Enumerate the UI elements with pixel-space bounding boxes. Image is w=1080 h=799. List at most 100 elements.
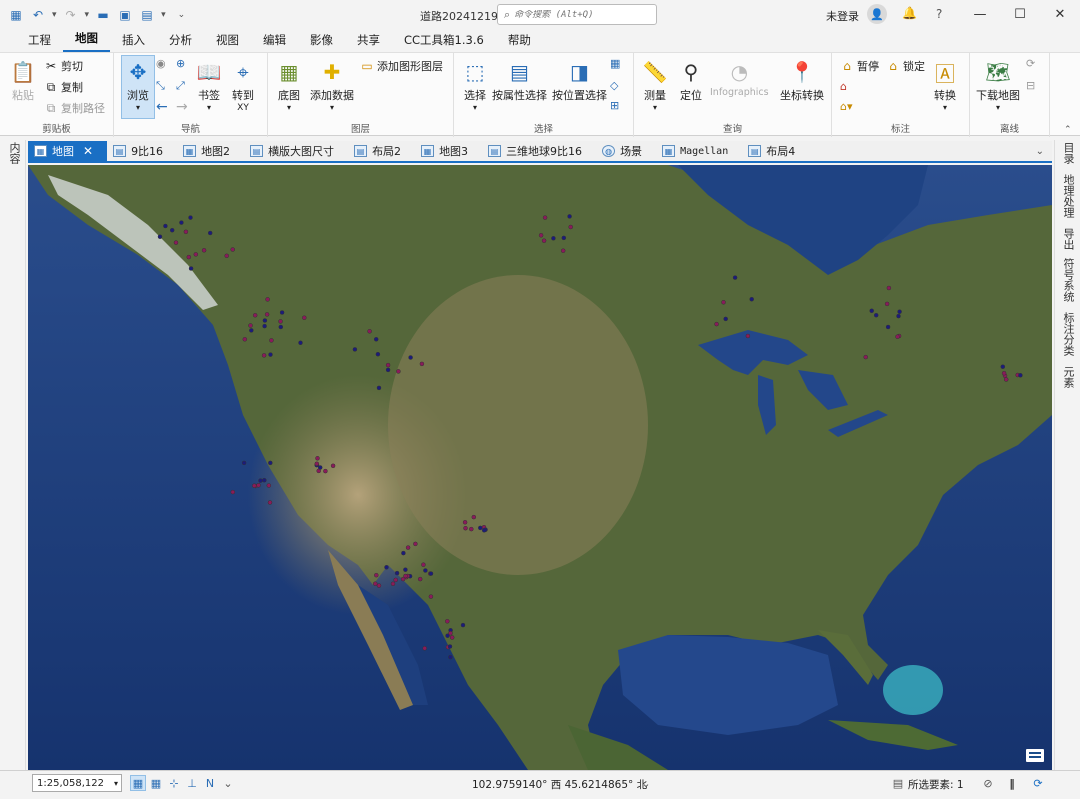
doc-tab-map3[interactable]: ▦ 地图3 [415,141,482,161]
coordinate-conversion-button[interactable]: 📍 坐标转换 [780,57,824,103]
close-tab-icon[interactable]: ✕ [83,144,93,158]
element-pane-tab[interactable]: 元素 [1060,366,1076,388]
point-feature[interactable] [1000,364,1006,369]
tab-cc-toolbox[interactable]: CC工具箱1.3.6 [392,32,496,52]
point-feature[interactable] [394,570,400,576]
point-feature[interactable] [376,385,382,391]
select-button[interactable]: ⬚ 选择 ▾ [460,57,490,112]
point-feature[interactable] [869,308,874,314]
map-view[interactable] [28,165,1052,770]
tab-analysis[interactable]: 分析 [157,32,204,52]
point-feature[interactable] [405,545,411,550]
point-feature[interactable] [401,550,406,556]
point-feature[interactable] [417,576,423,582]
point-feature[interactable] [462,520,468,525]
point-feature[interactable] [393,577,398,583]
point-feature[interactable] [471,514,477,520]
clear-selection-icon[interactable]: ◇ [610,79,618,92]
point-feature[interactable] [278,319,283,324]
refresh-icon[interactable]: ⟳ [1030,775,1046,791]
copy-button[interactable]: ⧉ 复制 [44,79,83,95]
point-feature[interactable] [373,337,379,342]
point-feature[interactable] [268,352,273,357]
point-feature[interactable] [721,300,726,305]
maximize-button[interactable]: ☐ [1010,4,1030,24]
point-feature[interactable] [551,236,556,241]
point-feature[interactable] [224,253,229,259]
save-icon[interactable]: ▣ [117,7,133,23]
login-link[interactable]: 未登录 [826,8,859,24]
point-feature[interactable] [201,248,207,253]
point-feature[interactable] [268,460,273,466]
point-feature[interactable] [560,248,566,253]
point-feature[interactable] [183,229,189,235]
point-feature[interactable] [302,315,307,320]
point-feature[interactable] [230,489,236,495]
geoprocessing-pane-tab[interactable]: 地理处理 [1060,174,1076,218]
point-feature[interactable] [447,644,453,649]
grid-icon[interactable]: ▦ [148,775,164,791]
point-feature[interactable] [897,309,902,314]
add-data-button[interactable]: ✚ 添加数据 ▾ [310,57,354,112]
copy-path-button[interactable]: ⧉ 复制路径 [44,100,105,116]
point-feature[interactable] [278,324,284,330]
select-by-attributes-button[interactable]: ▤ 按属性选择 [492,57,547,103]
fixed-zoom-in-icon[interactable]: ⊕ [176,57,185,70]
point-feature[interactable] [262,318,268,323]
catalog-pane-tab[interactable]: 目录 [1060,142,1076,164]
point-feature[interactable] [169,227,175,233]
doc-tab-map2[interactable]: ▦ 地图2 [177,141,244,161]
help-icon[interactable]: ? [936,7,942,21]
undo-icon[interactable]: ↶ [30,7,46,23]
attributes-icon[interactable]: ▦ [610,57,620,70]
layout-icon[interactable]: ▤ [139,7,155,23]
remove-offline-icon[interactable]: ⊟ [1026,79,1035,92]
point-feature[interactable] [403,567,408,572]
point-feature[interactable] [1018,373,1023,378]
point-feature[interactable] [460,622,466,628]
basemap-button[interactable]: ▦ 底图 ▾ [274,57,304,112]
point-feature[interactable] [315,456,320,461]
doc-tab-globe[interactable]: ▤ 三维地球9比16 [482,141,596,161]
doc-tab-landscape[interactable]: ▤ 横版大图尺寸 [244,141,348,161]
map-legend-icon[interactable] [1026,749,1044,762]
goto-xy-button[interactable]: ⌖ 转到 XY [228,57,258,113]
coords-dropdown-icon[interactable]: ⌄ [638,775,654,791]
doc-tab-layout2[interactable]: ▤ 布局2 [348,141,415,161]
point-feature[interactable] [261,353,267,358]
measure-button[interactable]: 📏 测量 ▾ [640,57,670,112]
point-feature[interactable] [252,313,258,318]
tab-view[interactable]: 视图 [204,32,251,52]
point-feature[interactable] [478,525,483,531]
point-feature[interactable] [376,583,382,588]
point-feature[interactable] [396,369,401,374]
rotation-icon[interactable]: N [202,775,218,791]
symbology-pane-tab[interactable]: 符号系统 [1060,258,1076,302]
point-feature[interactable] [188,266,194,271]
point-feature[interactable] [448,630,453,636]
select-by-location-button[interactable]: ◨ 按位置选择 [552,57,607,103]
point-feature[interactable] [448,654,453,660]
point-feature[interactable] [885,324,891,330]
paste-button[interactable]: 📋 粘贴 [8,57,38,103]
cut-button[interactable]: ✂ 剪切 [44,58,83,74]
point-feature[interactable] [249,328,254,333]
close-window-button[interactable]: ✕ [1050,4,1070,24]
point-feature[interactable] [413,541,418,547]
point-feature[interactable] [314,461,320,467]
sync-icon[interactable]: ⟳ [1026,57,1035,70]
point-feature[interactable] [481,528,487,533]
point-feature[interactable] [445,619,450,624]
point-feature[interactable] [248,323,253,328]
point-feature[interactable] [163,223,168,229]
point-feature[interactable] [374,572,379,578]
point-feature[interactable] [749,296,754,302]
point-feature[interactable] [567,214,572,219]
bookmarks-button[interactable]: 📖 书签 ▾ [194,57,224,112]
point-feature[interactable] [384,565,389,570]
command-search-input[interactable] [514,9,645,20]
point-feature[interactable] [428,594,434,599]
tabs-overflow-icon[interactable]: ⌄ [1028,141,1052,161]
point-feature[interactable] [428,571,434,576]
point-feature[interactable] [298,340,303,346]
